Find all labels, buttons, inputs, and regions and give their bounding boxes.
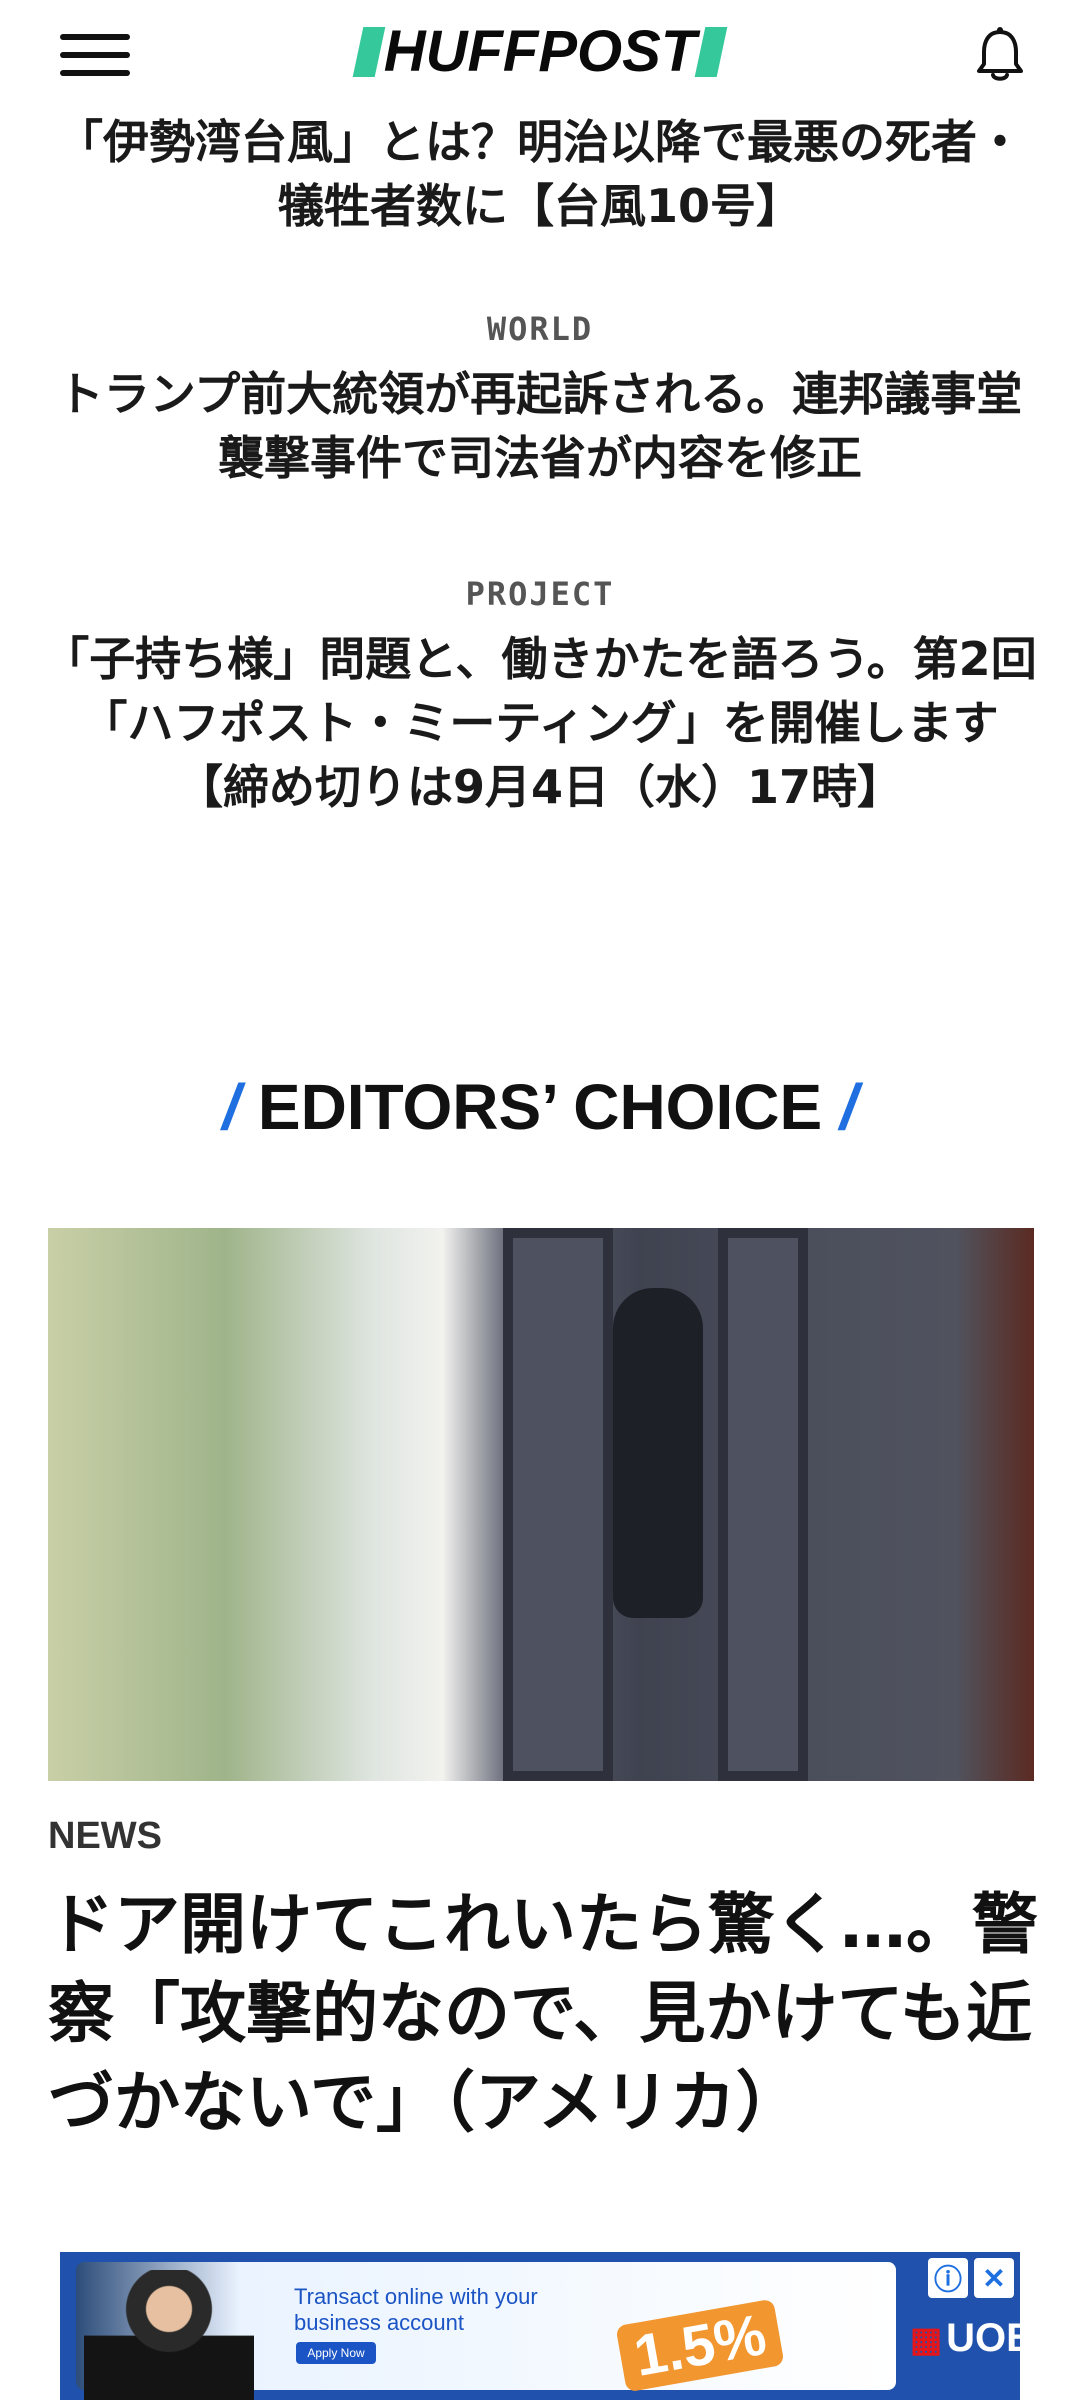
- ad-text: Transact online with your business accou…: [294, 2284, 538, 2335]
- story-item-1[interactable]: 「伊勢湾台風」とは？明治以降で最悪の死者・犠牲者数に【台風10号】: [40, 110, 1040, 238]
- story-kicker: WORLD: [486, 310, 594, 348]
- logo-text: HUFFPOST: [383, 19, 697, 84]
- story-item-3[interactable]: PROJECT 「子持ち様」問題と、働きかたを語ろう。第2回「ハフポスト・ミーテ…: [40, 575, 1040, 819]
- ad-info-icon[interactable]: ⓘ: [928, 2258, 968, 2298]
- editors-choice-image[interactable]: [48, 1228, 1034, 1781]
- ad-brand: ▦UOB: [910, 2316, 1020, 2361]
- ad-apply-button[interactable]: Apply Now: [296, 2342, 376, 2364]
- door-panel: [718, 1228, 808, 1781]
- ad-person-image: [84, 2270, 254, 2400]
- top-header: HUFFPOST: [0, 0, 1080, 110]
- editors-choice-title: EDITORS’ CHOICE: [257, 1071, 823, 1143]
- door-panel: [503, 1228, 613, 1781]
- article-headline[interactable]: ドア開けてこれいたら驚く…。警察「攻撃的なので、見かけても近づかないで」（アメリ…: [48, 1880, 1038, 2147]
- ad-close-icon[interactable]: ✕: [974, 2258, 1014, 2298]
- story-headline[interactable]: トランプ前大統領が再起訴される。連邦議事堂襲撃事件で司法省が内容を修正: [40, 362, 1040, 490]
- uob-logo-icon: ▦: [910, 2321, 943, 2359]
- story-headline[interactable]: 「伊勢湾台風」とは？明治以降で最悪の死者・犠牲者数に【台風10号】: [40, 110, 1040, 238]
- slash-left-icon: /: [222, 1071, 241, 1143]
- story-kicker: PROJECT: [465, 575, 615, 613]
- hamburger-menu-icon[interactable]: [60, 34, 130, 84]
- huffpost-logo[interactable]: HUFFPOST: [335, 19, 745, 84]
- editors-choice-heading: / EDITORS’ CHOICE /: [0, 1070, 1080, 1144]
- page: HUFFPOST 「伊勢湾台風」とは？明治以降で最悪の死者・犠牲者数に【台風10…: [0, 0, 1080, 2400]
- ad-brand-text: UOB: [946, 2316, 1020, 2360]
- notification-bell-icon[interactable]: [974, 26, 1026, 84]
- ad-controls: ⓘ ✕: [928, 2258, 1014, 2298]
- banner-ad[interactable]: Transact online with your business accou…: [60, 2252, 1020, 2400]
- article-kicker: NEWS: [48, 1815, 162, 1857]
- door-knocker: [613, 1288, 703, 1618]
- story-headline[interactable]: 「子持ち様」問題と、働きかたを語ろう。第2回「ハフポスト・ミーティング」を開催し…: [40, 627, 1040, 819]
- story-item-2[interactable]: WORLD トランプ前大統領が再起訴される。連邦議事堂襲撃事件で司法省が内容を修…: [40, 310, 1040, 490]
- slash-right-icon: /: [839, 1071, 858, 1143]
